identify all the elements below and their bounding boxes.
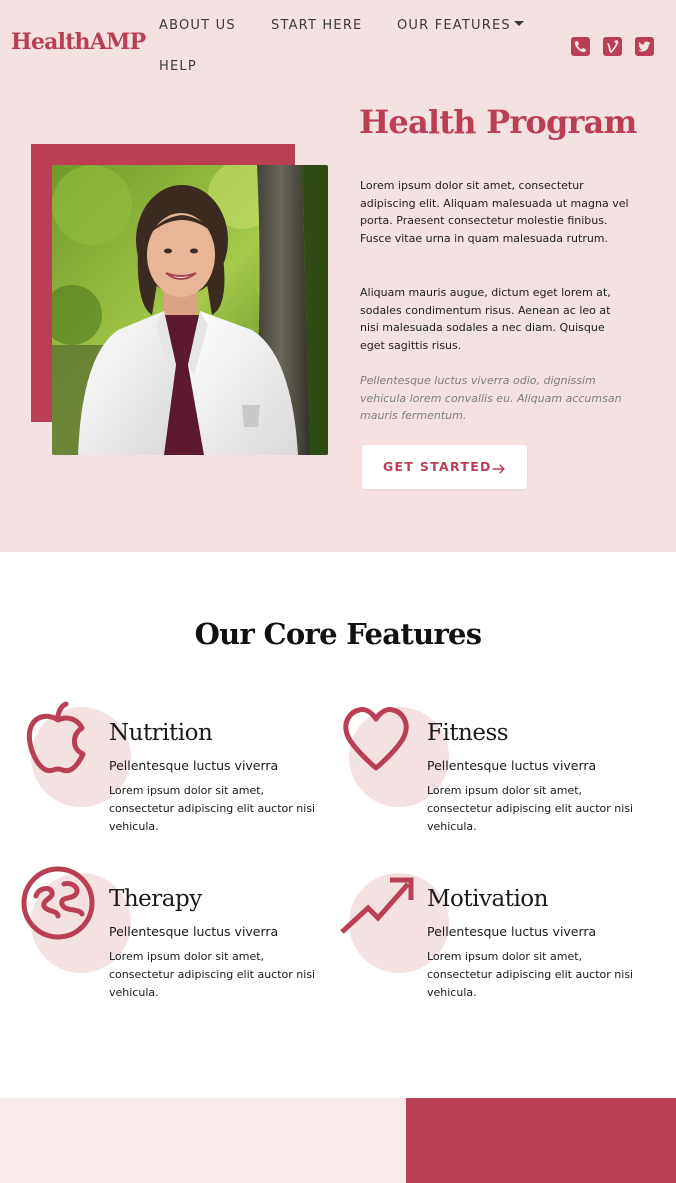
apple-icon	[20, 696, 96, 778]
get-started-button[interactable]: GET STARTED	[362, 445, 527, 489]
feature-therapy: Therapy Pellentesque luctus viverra Lore…	[0, 856, 320, 1006]
footer-band-light	[0, 1098, 406, 1183]
vimeo-icon[interactable]	[603, 37, 622, 56]
heart-icon	[338, 696, 414, 778]
feature-subtitle: Pellentesque luctus viverra	[109, 758, 279, 773]
hero-paragraph-1: Lorem ipsum dolor sit amet, consectetur …	[360, 179, 629, 246]
feature-subtitle: Pellentesque luctus viverra	[109, 924, 279, 939]
footer-band-accent	[406, 1098, 676, 1183]
doctor-photo	[52, 165, 328, 455]
nav-start-here[interactable]: START HERE	[271, 18, 362, 33]
hero-section: HealthAMP ABOUT US START HERE OUR FEATUR…	[0, 0, 676, 552]
feature-description: Lorem ipsum dolor sit amet, consectetur …	[427, 950, 634, 999]
feature-description: Lorem ipsum dolor sit amet, consectetur …	[109, 950, 316, 999]
trending-up-icon	[338, 862, 414, 944]
feature-description: Lorem ipsum dolor sit amet, consectetur …	[427, 784, 634, 833]
get-started-label: GET STARTED	[383, 459, 492, 474]
nav-our-features-label: OUR FEATURES	[397, 18, 511, 33]
feature-title: Therapy	[109, 886, 202, 912]
caret-down-icon	[513, 21, 524, 26]
arrow-right-icon	[492, 460, 506, 479]
feature-fitness: Fitness Pellentesque luctus viverra Lore…	[318, 690, 638, 840]
features-title: Our Core Features	[194, 617, 483, 651]
feature-subtitle: Pellentesque luctus viverra	[427, 924, 597, 939]
twitter-icon[interactable]	[635, 37, 654, 56]
feature-description: Lorem ipsum dolor sit amet, consectetur …	[109, 784, 316, 833]
brand-logo[interactable]: HealthAMP	[11, 29, 146, 55]
hero-paragraph-3: Pellentesque luctus viverra odio, dignis…	[360, 374, 622, 423]
feature-subtitle: Pellentesque luctus viverra	[427, 758, 597, 773]
nav-help[interactable]: HELP	[159, 59, 197, 74]
feature-motivation: Motivation Pellentesque luctus viverra L…	[318, 856, 638, 1006]
phone-icon[interactable]	[571, 37, 590, 56]
hero-title: Health Program	[359, 103, 637, 141]
feature-nutrition: Nutrition Pellentesque luctus viverra Lo…	[0, 690, 320, 840]
nav-about-us[interactable]: ABOUT US	[159, 18, 236, 33]
brain-icon	[20, 862, 96, 944]
nav-our-features[interactable]: OUR FEATURES	[397, 18, 524, 33]
feature-title: Motivation	[427, 886, 548, 912]
feature-title: Nutrition	[109, 720, 213, 746]
feature-title: Fitness	[427, 720, 509, 746]
hero-paragraph-2: Aliquam mauris augue, dictum eget lorem …	[360, 286, 611, 353]
